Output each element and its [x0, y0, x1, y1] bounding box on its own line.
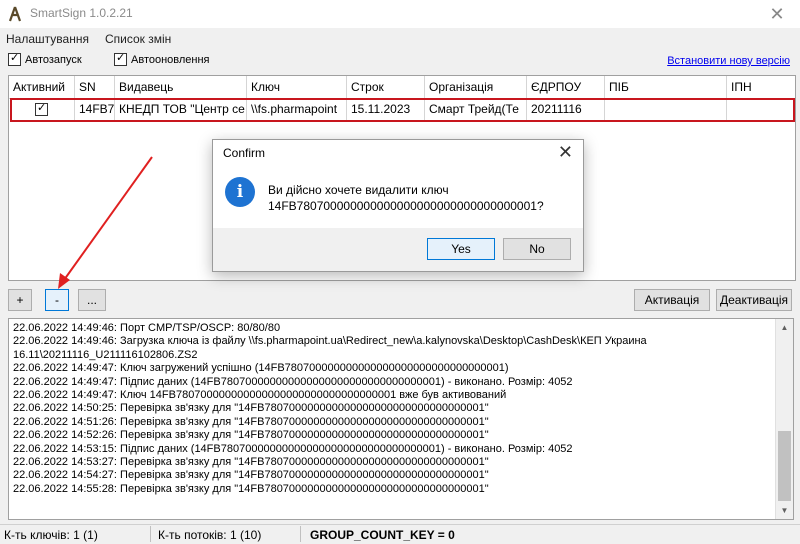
row-ipn: [727, 98, 795, 120]
menu-changelog[interactable]: Список змін: [105, 32, 171, 46]
row-active-cell[interactable]: ✓: [9, 98, 75, 120]
checkmark-icon: ✓: [37, 102, 47, 114]
checkmark-icon: ✓: [10, 52, 20, 64]
activate-button[interactable]: Активація: [634, 289, 710, 311]
dialog-message: Ви дійсно хочете видалити ключ 14FB78070…: [268, 182, 544, 214]
checkmark-icon: ✓: [116, 52, 126, 64]
checkbox-box[interactable]: ✓: [8, 52, 21, 66]
log-line: 22.06.2022 14:53:15: Підпис даних (14FB7…: [13, 442, 573, 455]
window-title: SmartSign 1.0.2.21: [30, 6, 133, 20]
more-button[interactable]: ...: [78, 289, 106, 311]
app-logo-icon: [8, 6, 22, 22]
no-button[interactable]: No: [503, 238, 571, 260]
row-issuer: КНЕДП ТОВ "Центр се: [115, 98, 247, 120]
yes-button[interactable]: Yes: [427, 238, 495, 260]
dialog-message-line2: 14FB780700000000000000000000000000000001…: [268, 199, 544, 213]
options-bar: ✓ Автозапуск ✓ Автооновлення Встановити …: [0, 50, 800, 72]
log-line: 22.06.2022 14:50:25: Перевірка зв'язку д…: [13, 402, 489, 415]
remove-key-button[interactable]: -: [45, 289, 69, 311]
dialog-footer: Yes No: [213, 228, 583, 271]
log-line: 22.06.2022 14:49:47: Підпис даних (14FB7…: [13, 375, 573, 388]
window-close-icon[interactable]: ✕: [754, 0, 800, 28]
log-line: 22.06.2022 14:49:46: Порт CMP/TSP/OSCP: …: [13, 322, 281, 334]
dialog-close-icon[interactable]: ✕: [558, 142, 573, 163]
log-line: 22.06.2022 14:49:46: Загрузка ключа із ф…: [13, 335, 647, 348]
row-key: \\fs.pharmapoint: [247, 98, 347, 120]
log-line: 22.06.2022 14:49:47: Ключ загружений усп…: [13, 362, 509, 375]
log-line: 22.06.2022 14:49:47: Ключ 14FB7807000000…: [13, 389, 507, 402]
menu-settings[interactable]: Налаштування: [6, 32, 89, 46]
log-line: 16.11\20211116_U211116102806.ZS2: [13, 348, 198, 361]
dialog-message-line1: Ви дійсно хочете видалити ключ: [268, 183, 449, 197]
checkbox-box[interactable]: ✓: [114, 52, 127, 66]
log-line: 22.06.2022 14:55:28: Перевірка зв'язку д…: [13, 482, 489, 495]
row-pib: [605, 98, 727, 120]
status-group-count: GROUP_COUNT_KEY = 0: [310, 528, 455, 542]
status-threads-count: К-ть потоків: 1 (10): [158, 528, 262, 542]
install-new-version-link[interactable]: Встановити нову версію: [667, 55, 790, 67]
autostart-checkbox[interactable]: ✓ Автозапуск: [8, 52, 82, 66]
log-textarea[interactable]: 22.06.2022 14:49:46: Порт CMP/TSP/OSCP: …: [8, 318, 794, 520]
header-edrpou[interactable]: ЄДРПОУ: [527, 76, 605, 98]
row-edrpou: 20211116: [527, 98, 605, 120]
dialog-title: Confirm: [223, 146, 266, 160]
scroll-up-icon[interactable]: ▲: [776, 319, 793, 336]
row-active-checkbox[interactable]: ✓: [35, 102, 48, 116]
header-sn[interactable]: SN: [75, 76, 115, 98]
log-line: 22.06.2022 14:54:27: Перевірка зв'язку д…: [13, 469, 489, 482]
menu-bar: Налаштування Список змін: [0, 29, 800, 49]
header-pib[interactable]: ПІБ: [605, 76, 727, 98]
header-term[interactable]: Строк: [347, 76, 425, 98]
header-key[interactable]: Ключ: [247, 76, 347, 98]
header-organization[interactable]: Організація: [425, 76, 527, 98]
status-separator: [150, 526, 151, 542]
title-bar: SmartSign 1.0.2.21 ✕: [0, 0, 800, 28]
status-separator: [300, 526, 301, 542]
log-line: 22.06.2022 14:51:26: Перевірка зв'язку д…: [13, 415, 489, 428]
autoupdate-label: Автооновлення: [131, 53, 210, 66]
confirm-dialog: Confirm ✕ i Ви дійсно хочете видалити кл…: [212, 139, 584, 272]
info-icon: i: [225, 177, 255, 207]
add-key-button[interactable]: +: [8, 289, 32, 311]
table-header: Активний SN Видавець Ключ Строк Організа…: [9, 76, 795, 99]
scroll-thumb[interactable]: [778, 431, 791, 501]
log-scrollbar[interactable]: ▲ ▼: [775, 319, 793, 519]
header-issuer[interactable]: Видавець: [115, 76, 247, 98]
scroll-down-icon[interactable]: ▼: [776, 502, 793, 519]
autoupdate-checkbox[interactable]: ✓ Автооновлення: [114, 52, 210, 66]
log-lines: 22.06.2022 14:49:46: Порт CMP/TSP/OSCP: …: [13, 322, 773, 496]
log-line: 22.06.2022 14:52:26: Перевірка зв'язку д…: [13, 429, 489, 442]
row-term: 15.11.2023: [347, 98, 425, 120]
table-row[interactable]: ✓ 14FB7 КНЕДП ТОВ "Центр се \\fs.pharmap…: [9, 98, 795, 120]
log-line: 22.06.2022 14:53:27: Перевірка зв'язку д…: [13, 456, 489, 469]
autostart-label: Автозапуск: [25, 53, 82, 66]
status-bar: К-ть ключів: 1 (1) К-ть потоків: 1 (10) …: [0, 524, 800, 544]
deactivate-button[interactable]: Деактивація: [716, 289, 792, 311]
header-ipn[interactable]: ІПН: [727, 76, 795, 98]
header-active[interactable]: Активний: [9, 76, 75, 98]
row-sn: 14FB7: [75, 98, 115, 120]
status-keys-count: К-ть ключів: 1 (1): [4, 528, 98, 542]
row-organization: Смарт Трейд(Те: [425, 98, 527, 120]
